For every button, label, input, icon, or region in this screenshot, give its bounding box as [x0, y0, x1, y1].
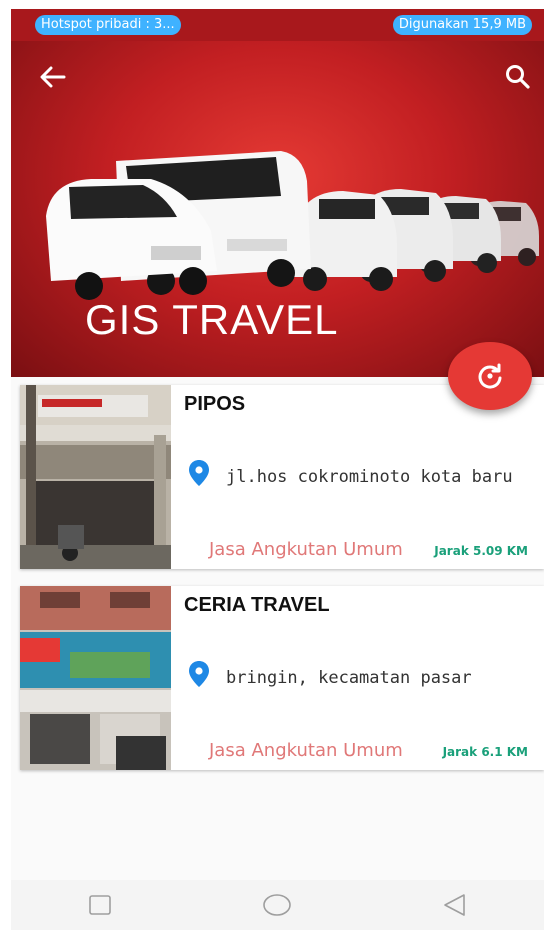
back-button[interactable] [440, 890, 470, 920]
travel-name: CERIA TRAVEL [184, 594, 330, 616]
page-title: GIS TRAVEL [85, 296, 339, 343]
vehicle-fleet-image [46, 151, 539, 300]
triangle-back-icon [444, 894, 465, 916]
home-button[interactable] [262, 890, 292, 920]
status-bar: Hotspot pribadi : 3... Digunakan 15,9 MB [11, 9, 544, 41]
arrow-left-icon[interactable] [37, 61, 69, 93]
travel-photo [20, 385, 171, 569]
location-pin-icon [188, 459, 210, 487]
system-nav-bar [11, 880, 544, 930]
travel-name: PIPOS [184, 393, 246, 415]
list-item[interactable]: CERIA TRAVEL bringin, kecamatan pasar Ja… [20, 586, 544, 770]
travel-photo [20, 586, 171, 770]
header-banner: GIS TRAVEL [11, 41, 544, 377]
data-usage-indicator: Digunakan 15,9 MB [392, 15, 532, 35]
travel-address: bringin, kecamatan pasar [226, 668, 472, 688]
list-item[interactable]: PIPOS jl.hos cokrominoto kota baru Jasa … [20, 385, 544, 569]
travel-address: jl.hos cokrominoto kota baru [226, 467, 513, 487]
refresh-button[interactable] [448, 342, 532, 410]
recent-apps-button[interactable] [85, 890, 115, 920]
square-icon [89, 895, 111, 915]
travel-distance: Jarak 5.09 KM [434, 544, 528, 558]
search-icon[interactable] [502, 61, 534, 93]
refresh-icon [478, 363, 502, 389]
location-pin-icon [188, 660, 210, 688]
app-screen: Hotspot pribadi : 3... Digunakan 15,9 MB [11, 9, 544, 930]
travel-distance: Jarak 6.1 KM [442, 745, 528, 759]
travel-category: Jasa Angkutan Umum [209, 539, 403, 560]
travel-category: Jasa Angkutan Umum [209, 740, 403, 761]
hotspot-indicator: Hotspot pribadi : 3... [35, 15, 181, 35]
circle-icon [263, 894, 292, 916]
